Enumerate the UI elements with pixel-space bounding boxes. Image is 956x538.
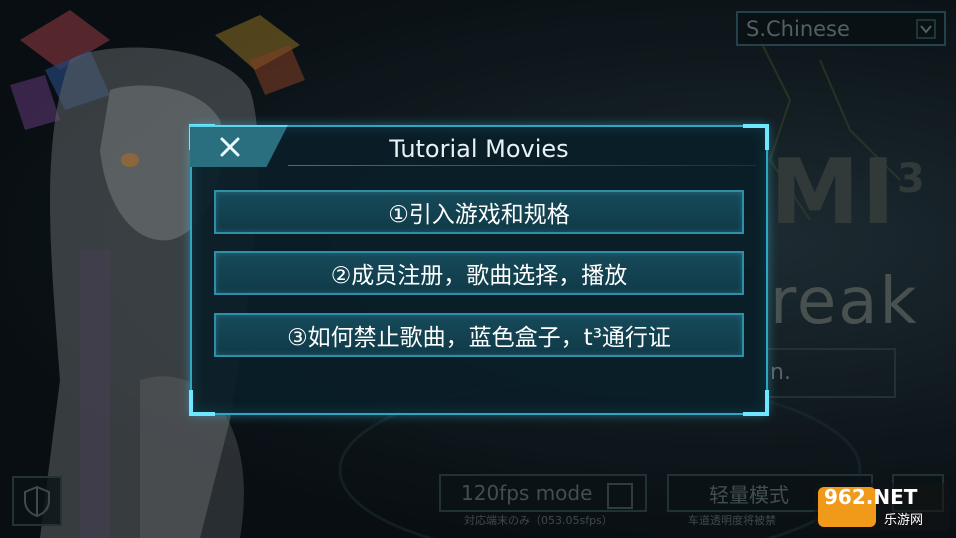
game-screen: MI3 reak n. S.Chinese 120fps mode 対応端末のみ…: [0, 0, 956, 538]
corner-decoration: [189, 390, 215, 416]
dialog-title: Tutorial Movies: [389, 135, 569, 163]
tutorial-item-3[interactable]: ③如何禁止歌曲，蓝色盒子，t³通行证: [214, 313, 744, 357]
tutorial-item-label: ①引入游戏和规格: [388, 202, 570, 228]
tutorial-dialog: Tutorial Movies ①引入游戏和规格 ②成员注册，歌曲选择，播放 ③…: [189, 124, 769, 416]
corner-decoration: [743, 390, 769, 416]
watermark: 962.NET 乐游网: [814, 483, 950, 531]
title-divider: [288, 165, 756, 166]
watermark-sub: 乐游网: [884, 513, 924, 528]
tutorial-item-label: ②成员注册，歌曲选择，播放: [330, 263, 628, 289]
tutorial-item-1[interactable]: ①引入游戏和规格: [214, 190, 744, 234]
tutorial-item-label: ③如何禁止歌曲，蓝色盒子，t³通行证: [287, 325, 671, 351]
watermark-brand: 962.NET: [824, 485, 918, 509]
tutorial-item-2[interactable]: ②成员注册，歌曲选择，播放: [214, 251, 744, 295]
